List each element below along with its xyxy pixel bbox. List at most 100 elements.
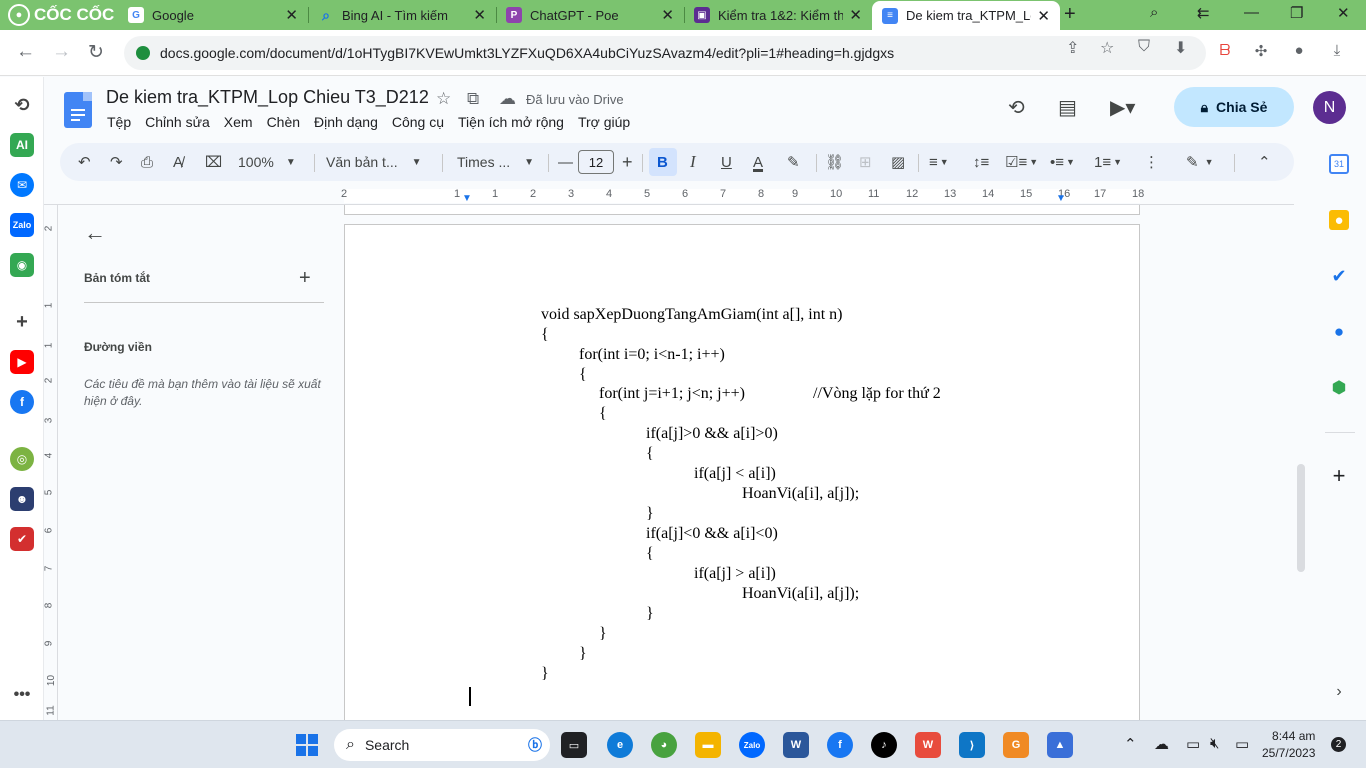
bing-chat-icon[interactable]: ⓑ xyxy=(528,735,542,755)
star-icon[interactable]: ☆ xyxy=(436,89,451,109)
menu-tools[interactable]: Công cụ xyxy=(385,114,451,130)
tasks-icon[interactable]: ✔ xyxy=(10,527,34,551)
facebook-taskbar-icon[interactable]: f xyxy=(827,732,853,758)
tab-search-icon[interactable]: ⌕ xyxy=(1150,4,1158,21)
undo-icon[interactable]: ↶ xyxy=(78,143,91,181)
move-folder-icon[interactable]: ⧉ xyxy=(467,89,479,109)
code-line[interactable]: { xyxy=(579,366,587,384)
new-tab-button[interactable]: + xyxy=(1064,3,1076,26)
zalo-icon[interactable]: Zalo xyxy=(10,213,34,237)
google-docs-logo[interactable] xyxy=(64,92,92,128)
maximize-icon[interactable]: ❐ xyxy=(1290,4,1303,22)
code-line[interactable]: { xyxy=(646,545,654,563)
right-indent-marker[interactable]: ▼ xyxy=(1056,193,1066,204)
decrease-font-size-icon[interactable]: — xyxy=(558,143,573,181)
shopping-icon[interactable]: ◎ xyxy=(10,447,34,471)
add-app-icon[interactable]: + xyxy=(10,310,34,334)
font-size-input[interactable]: 12 xyxy=(578,150,614,174)
account-avatar[interactable]: N xyxy=(1313,91,1346,124)
close-window-icon[interactable]: ✕ xyxy=(1337,4,1350,22)
more-options-icon[interactable]: ••• xyxy=(10,683,34,707)
minimize-icon[interactable]: — xyxy=(1244,4,1259,21)
code-line[interactable]: HoanVi(a[i], a[j]); xyxy=(742,485,859,503)
code-line[interactable]: } xyxy=(646,505,654,523)
code-line[interactable]: } xyxy=(599,625,607,643)
tiktok-icon[interactable]: ♪ xyxy=(871,732,897,758)
contacts-icon[interactable]: ● xyxy=(1329,322,1349,342)
windows-start-button[interactable] xyxy=(296,734,318,756)
game-icon[interactable]: ◉ xyxy=(10,253,34,277)
add-summary-icon[interactable]: + xyxy=(299,267,311,290)
vertical-ruler[interactable]: 2 1 1 2 3 4 5 6 7 8 9 10 11 xyxy=(43,205,58,720)
underline-icon[interactable]: U xyxy=(721,143,732,181)
url-bar[interactable]: docs.google.com/document/d/1oHTygBI7KVEw… xyxy=(124,36,1206,70)
numbered-list-icon[interactable]: 1≡ ▼ xyxy=(1094,143,1122,181)
italic-icon[interactable]: I xyxy=(690,143,696,181)
get-addons-icon[interactable]: + xyxy=(1329,463,1349,488)
tab-bing-ai[interactable]: ⌕ Bing AI - Tìm kiếm ✕ xyxy=(308,2,496,28)
horizontal-ruler[interactable]: 2 1 1 2 3 4 5 6 7 8 9 10 11 12 13 14 15 … xyxy=(44,185,1294,205)
left-indent-marker[interactable]: ▼ xyxy=(462,193,472,204)
tab-google[interactable]: G Google ✕ xyxy=(118,2,308,28)
menu-view[interactable]: Xem xyxy=(217,114,260,130)
show-hidden-icons-icon[interactable]: ⌃ xyxy=(1124,735,1137,753)
tab-docs-active[interactable]: ≡ De kiem tra_KTPM_Lop ✕ xyxy=(872,1,1060,30)
system-clock[interactable]: 8:44 am 25/7/2023 xyxy=(1262,728,1315,762)
code-line[interactable]: { xyxy=(646,445,654,463)
more-tools-icon[interactable]: ⋮ xyxy=(1144,143,1159,181)
forward-icon[interactable]: → xyxy=(52,41,71,63)
vscode-icon[interactable]: ⟩ xyxy=(959,732,985,758)
bookmark-star-icon[interactable]: ☆ xyxy=(1100,38,1114,58)
facebook-icon[interactable]: f xyxy=(10,390,34,414)
code-line[interactable]: if(a[j]<0 && a[i]<0) xyxy=(646,525,778,543)
font-family-select[interactable]: Times ... ▼ xyxy=(457,143,534,181)
comments-icon[interactable]: ▤ xyxy=(1058,95,1077,120)
coccoc-logo[interactable]: ● CỐC CỐC xyxy=(8,4,114,26)
bold-icon[interactable]: B xyxy=(657,143,668,181)
align-left-icon[interactable]: ≡ ▼ xyxy=(929,143,949,181)
game-avatar-icon[interactable]: ☻ xyxy=(10,487,34,511)
volume-muted-icon[interactable]: 🔇︎ xyxy=(1210,735,1219,752)
link-icon[interactable]: ⛓ xyxy=(825,143,844,181)
ai-assistant-icon[interactable]: AI xyxy=(10,133,34,157)
menu-edit[interactable]: Chỉnh sửa xyxy=(138,114,217,130)
calendar-icon[interactable]: 31 xyxy=(1329,154,1349,174)
redo-icon[interactable]: ↷ xyxy=(110,143,123,181)
close-icon[interactable]: ✕ xyxy=(849,6,862,24)
word-icon[interactable]: W xyxy=(783,732,809,758)
add-comment-icon[interactable]: ⊞ xyxy=(859,143,872,181)
maps-icon[interactable]: ⬢ xyxy=(1329,378,1349,398)
line-spacing-icon[interactable]: ↕≡ xyxy=(973,143,989,181)
meet-icon[interactable]: ▶▾ xyxy=(1110,95,1135,120)
tasks-check-icon[interactable]: ✔ xyxy=(1329,266,1349,286)
tab-chatgpt-poe[interactable]: P ChatGPT - Poe ✕ xyxy=(496,2,684,28)
version-history-icon[interactable]: ⟲ xyxy=(1008,95,1025,120)
youtube-icon[interactable]: ▶ xyxy=(10,350,34,374)
zalo-taskbar-icon[interactable]: Zalo xyxy=(739,732,765,758)
messenger-icon[interactable]: ✉ xyxy=(10,173,34,197)
document-scrollbar[interactable] xyxy=(1297,464,1305,572)
checklist-icon[interactable]: ☑≡ ▼ xyxy=(1005,143,1038,181)
photos-icon[interactable]: ▲ xyxy=(1047,732,1073,758)
extensions-icon[interactable]: ✣ xyxy=(1251,42,1271,62)
close-icon[interactable]: ✕ xyxy=(473,6,486,24)
close-icon[interactable]: ✕ xyxy=(661,6,674,24)
sidebar-toggle-icon[interactable]: ⇇ xyxy=(1197,4,1210,22)
reload-icon[interactable]: ↻ xyxy=(88,41,104,64)
code-line[interactable]: { xyxy=(599,405,607,423)
back-icon[interactable]: ← xyxy=(16,41,35,63)
paragraph-style-select[interactable]: Văn bản t... ▼ xyxy=(326,143,422,181)
close-icon[interactable]: ✕ xyxy=(285,6,298,24)
edge-icon[interactable]: e xyxy=(607,732,633,758)
increase-font-size-icon[interactable]: + xyxy=(622,143,633,181)
paint-format-icon[interactable]: ⌧ xyxy=(205,143,222,181)
share-page-icon[interactable]: ⇪ xyxy=(1066,38,1079,58)
menu-insert[interactable]: Chèn xyxy=(260,114,307,130)
shield-icon[interactable]: ⛉ xyxy=(1138,38,1150,56)
menu-file[interactable]: Tệp xyxy=(100,114,138,130)
menu-format[interactable]: Định dạng xyxy=(307,114,385,130)
code-line[interactable]: for(int j=i+1; j<n; j++) xyxy=(599,385,745,403)
editing-mode-icon[interactable]: ✎ ▼ xyxy=(1186,143,1214,181)
collapse-menus-icon[interactable]: ⌃ xyxy=(1258,143,1271,181)
downloads-tray-icon[interactable]: ⤓ xyxy=(1327,42,1347,62)
